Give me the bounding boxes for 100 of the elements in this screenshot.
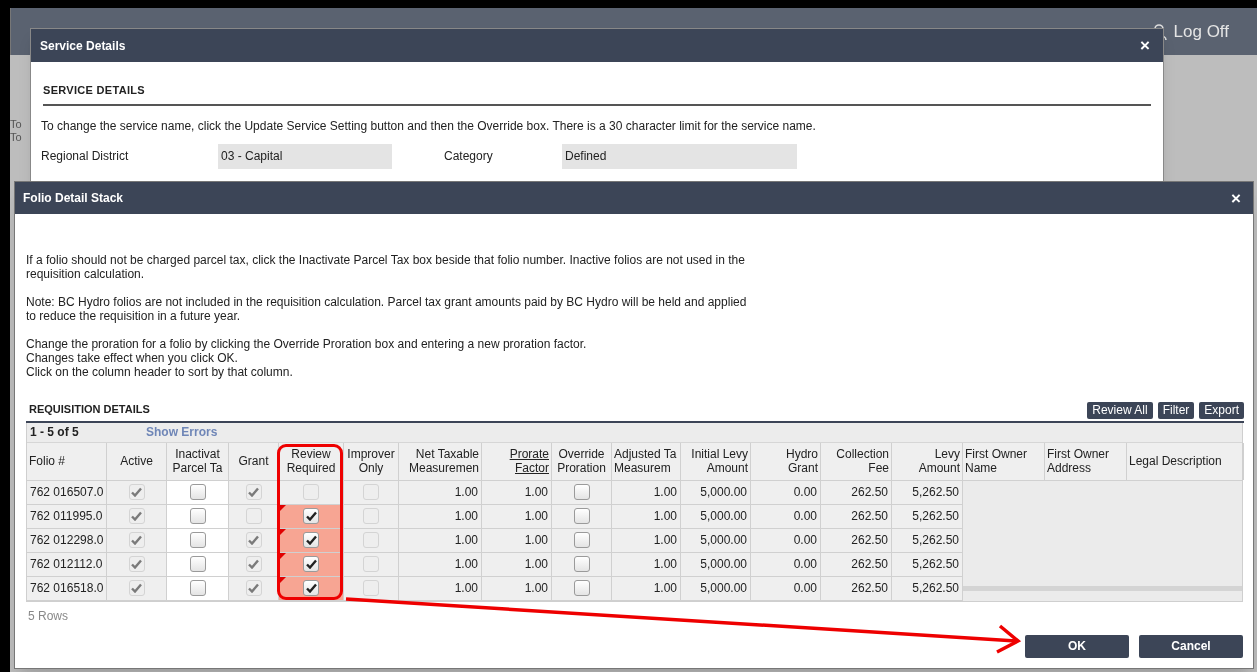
table-cell: 1.00 bbox=[399, 528, 482, 552]
table-cell: 762 012298.0 bbox=[27, 528, 107, 552]
table-cell: 1.00 bbox=[482, 504, 552, 528]
column-header[interactable]: Folio # bbox=[27, 442, 107, 480]
checkbox[interactable] bbox=[303, 556, 319, 572]
column-header[interactable]: Adjusted Ta Measurem bbox=[612, 442, 681, 480]
check-icon bbox=[131, 535, 142, 545]
instruction-paragraph: If a folio should not be charged parcel tax, click the Inactivate Parcel Tax box beside that folio number. Inactive folios are not used in the requisition calculation. bbox=[26, 253, 746, 281]
table-cell: 1.00 bbox=[399, 552, 482, 576]
checkbox[interactable] bbox=[573, 484, 590, 500]
checkbox[interactable] bbox=[189, 508, 206, 524]
table-cell: 1.00 bbox=[612, 528, 681, 552]
section-heading: REQUISITION DETAILS bbox=[28, 402, 150, 417]
dialog-title: Folio Detail Stack bbox=[23, 190, 124, 207]
checkbox[interactable] bbox=[573, 580, 590, 596]
table-cell: 1.00 bbox=[612, 576, 681, 600]
column-header[interactable]: Hydro Grant bbox=[751, 442, 821, 480]
checkbox[interactable] bbox=[189, 580, 206, 596]
table-cell: 1.00 bbox=[399, 576, 482, 600]
check-icon bbox=[131, 511, 142, 521]
table-cell: 1.00 bbox=[482, 528, 552, 552]
read-only-field: Defined bbox=[562, 143, 797, 169]
table-cell: 0.00 bbox=[751, 480, 821, 504]
instruction-paragraph: Note: BC Hydro folios are not included in the requisition calculation. Parcel tax grant amounts paid by BC Hydro will be held and applied to reduce the requisition in a future year. bbox=[26, 295, 748, 323]
table-cell: 262.50 bbox=[821, 576, 892, 600]
check-icon bbox=[248, 535, 259, 545]
table-cell: 5,000.00 bbox=[681, 528, 751, 552]
checkbox[interactable] bbox=[303, 580, 319, 596]
dialog-title: Service Details bbox=[40, 37, 126, 55]
column-header[interactable]: Net Taxable Measuremen bbox=[399, 442, 482, 480]
checkbox[interactable] bbox=[573, 556, 590, 572]
checkbox[interactable] bbox=[189, 532, 206, 548]
table-cell: 262.50 bbox=[821, 552, 892, 576]
column-header[interactable]: Legal Description bbox=[1127, 442, 1244, 480]
table-cell: 762 012112.0 bbox=[27, 552, 107, 576]
table-cell: 5,000.00 bbox=[681, 552, 751, 576]
table-cell: 262.50 bbox=[821, 504, 892, 528]
check-icon bbox=[131, 559, 142, 569]
background-text: To bbox=[10, 131, 22, 144]
log-off-link[interactable]: Log Off bbox=[1173, 18, 1229, 45]
close-button[interactable]: × bbox=[1231, 189, 1245, 207]
check-icon bbox=[131, 487, 142, 497]
table-cell: 762 016507.0 bbox=[27, 480, 107, 504]
table-cell: 0.00 bbox=[751, 528, 821, 552]
table-cell: 1.00 bbox=[482, 480, 552, 504]
checkbox[interactable] bbox=[303, 532, 319, 548]
toolbar-button[interactable]: Review All bbox=[1087, 401, 1153, 419]
table-cell: 1.00 bbox=[612, 480, 681, 504]
table-cell: 5,000.00 bbox=[681, 504, 751, 528]
instructions-text: To change the service name, click the Update Service Setting button and then the Override box. There is a 30 character limit for the service name. bbox=[41, 117, 817, 135]
column-header[interactable]: Levy Amount bbox=[892, 442, 963, 480]
table-cell: 5,262.50 bbox=[892, 528, 963, 552]
column-header[interactable]: Active bbox=[107, 442, 167, 480]
check-icon bbox=[305, 511, 317, 521]
table-cell: 5,262.50 bbox=[892, 552, 963, 576]
check-icon bbox=[248, 487, 259, 497]
row-count: 5 Rows bbox=[27, 607, 69, 625]
column-header[interactable]: Prorate Factor bbox=[482, 442, 552, 480]
check-icon bbox=[248, 559, 259, 569]
table-cell: 1.00 bbox=[399, 504, 482, 528]
table-cell: 0.00 bbox=[751, 552, 821, 576]
table-cell: 1.00 bbox=[482, 576, 552, 600]
toolbar-button[interactable]: Filter bbox=[1157, 401, 1195, 419]
dialog-button[interactable]: OK bbox=[1025, 634, 1129, 658]
dialog-button[interactable]: Cancel bbox=[1139, 634, 1243, 658]
background-text: To bbox=[10, 118, 22, 131]
toolbar-button[interactable]: Export bbox=[1199, 401, 1244, 419]
column-header[interactable]: Inactivat Parcel Ta bbox=[167, 442, 229, 480]
table-cell: 5,000.00 bbox=[681, 480, 751, 504]
column-header[interactable]: Initial Levy Amount bbox=[681, 442, 751, 480]
column-header[interactable]: Grant bbox=[229, 442, 279, 480]
table-cell: 0.00 bbox=[751, 504, 821, 528]
check-icon bbox=[305, 583, 317, 593]
read-only-field: 03 - Capital bbox=[218, 143, 392, 169]
section-heading: SERVICE DETAILS bbox=[43, 82, 1151, 106]
table-cell: 1.00 bbox=[482, 552, 552, 576]
table-cell: 762 016518.0 bbox=[27, 576, 107, 600]
table-cell: 1.00 bbox=[612, 552, 681, 576]
column-header[interactable]: First Owner Name bbox=[963, 442, 1045, 480]
column-header[interactable]: Override Proration bbox=[552, 442, 612, 480]
checkbox[interactable] bbox=[303, 508, 319, 524]
checkbox[interactable] bbox=[573, 508, 590, 524]
table-cell: 262.50 bbox=[821, 528, 892, 552]
checkbox[interactable] bbox=[573, 532, 590, 548]
check-icon bbox=[305, 535, 317, 545]
table-cell: 5,262.50 bbox=[892, 576, 963, 600]
checkbox[interactable] bbox=[189, 556, 206, 572]
check-icon bbox=[131, 583, 142, 593]
close-button[interactable]: × bbox=[1140, 37, 1154, 54]
checkbox[interactable] bbox=[189, 484, 206, 500]
record-range: 1 - 5 of 5 bbox=[29, 424, 80, 441]
column-header[interactable]: Collection Fee bbox=[821, 442, 892, 480]
column-header[interactable]: First Owner Address bbox=[1045, 442, 1127, 480]
table-cell: 5,000.00 bbox=[681, 576, 751, 600]
column-header[interactable]: Improver Only bbox=[344, 442, 399, 480]
table-cell: 5,262.50 bbox=[892, 480, 963, 504]
check-icon bbox=[248, 583, 259, 593]
table-cell: 762 011995.0 bbox=[27, 504, 107, 528]
check-icon bbox=[305, 559, 317, 569]
field-label: Regional District bbox=[41, 148, 130, 165]
